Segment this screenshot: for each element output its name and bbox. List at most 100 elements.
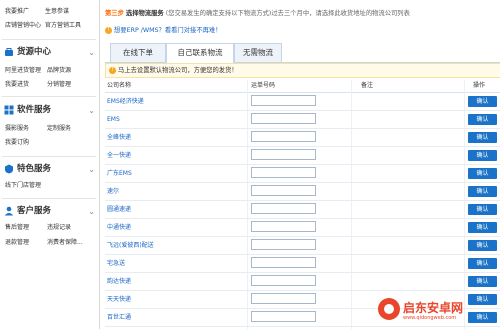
- confirm-button[interactable]: 确认: [468, 186, 497, 197]
- step-number: 第三步: [105, 10, 124, 17]
- sidebar-link-alibaba-purchase[interactable]: 阿里进货管理: [5, 65, 41, 74]
- carrier-name: 广东EMS: [107, 170, 132, 177]
- table-row: 韵达快递 确认: [105, 273, 500, 291]
- sidebar-divider: [2, 96, 96, 97]
- sidebar-link-custom-service[interactable]: 定制服务: [47, 123, 71, 132]
- tracking-number-input[interactable]: [251, 95, 316, 106]
- confirm-button[interactable]: 确认: [468, 150, 497, 161]
- tracking-number-input[interactable]: [251, 131, 316, 142]
- watermark-url: www.qidongweb.com: [403, 315, 457, 321]
- header-tracking-number: 运单号码: [251, 82, 276, 89]
- section-title: 客户服务: [17, 206, 52, 216]
- sidebar-link-distribution[interactable]: 分销管理: [47, 79, 71, 88]
- sidebar-divider: [2, 198, 96, 199]
- table-header: 公司名称 运单号码 备注 操作: [105, 80, 500, 93]
- confirm-button[interactable]: 确认: [468, 240, 497, 251]
- tab-bar: 在线下单 自己联系物流 无需物流: [105, 41, 500, 63]
- tab-online-order[interactable]: 在线下单: [110, 43, 166, 62]
- chevron-down-icon: ⌄: [88, 106, 95, 115]
- step-title: 选择物流服务: [125, 10, 164, 17]
- tracking-number-input[interactable]: [251, 311, 316, 322]
- carrier-name: EMS经济快递: [107, 98, 144, 105]
- sidebar-link-after-sales[interactable]: 售后管理: [5, 222, 29, 231]
- tracking-number-input[interactable]: [251, 293, 316, 304]
- tab-self-contact-logistics[interactable]: 自己联系物流: [166, 43, 234, 63]
- sidebar-link-restock[interactable]: 我要进货: [5, 79, 29, 88]
- tracking-number-input[interactable]: [251, 203, 316, 214]
- table-row: 中通快递 确认: [105, 219, 500, 237]
- warning-icon: !: [109, 66, 116, 74]
- step-description: (您交易发生的确定支持以下物流方式)过去三个月中，请选择此收货地址的物流公司列表: [165, 10, 410, 17]
- sidebar-link-photo-service[interactable]: 摄影服务: [5, 123, 29, 132]
- tracking-number-input[interactable]: [251, 275, 316, 286]
- confirm-button[interactable]: 确认: [468, 222, 497, 233]
- table-row: EMS经济快递 确认: [105, 93, 500, 111]
- confirm-button[interactable]: 确认: [468, 132, 497, 143]
- watermark-title: 启东安卓网: [403, 301, 464, 315]
- erp-promo[interactable]: ! 想要ERP /WMS？看看门对接不再难！: [105, 25, 222, 34]
- carrier-name: 全一快递: [107, 152, 132, 159]
- sourcing-icon: [5, 48, 13, 56]
- table-row: 全峰快递 确认: [105, 129, 500, 147]
- carrier-name: 圆通速递: [107, 206, 132, 213]
- table-row: 圆通速递 确认: [105, 201, 500, 219]
- tracking-number-input[interactable]: [251, 113, 316, 124]
- featured-service-icon: [5, 164, 13, 174]
- tracking-number-input[interactable]: [251, 167, 316, 178]
- table-row: 全一快递 确认: [105, 147, 500, 165]
- chevron-down-icon: ⌄: [88, 165, 95, 174]
- sidebar-top-row-1: 我要推广 生意参谋: [5, 6, 69, 15]
- table-row: 广东EMS 确认: [105, 165, 500, 183]
- tab-no-logistics[interactable]: 无需物流: [234, 43, 282, 62]
- sidebar: 我要推广 生意参谋 店铺营销中心 官方营销工具 货源中心 ⌄ 阿里进货管理 品牌货源…: [0, 0, 100, 329]
- tracking-number-input[interactable]: [251, 185, 316, 196]
- sidebar-link-business-advisor[interactable]: 生意参谋: [45, 6, 69, 15]
- step-header: 第三步 选择物流服务 (您交易发生的确定支持以下物流方式)过去三个月中，请选择此…: [105, 8, 410, 17]
- carrier-name: 宅急送: [107, 260, 126, 267]
- tracking-number-input[interactable]: [251, 239, 316, 250]
- section-header-sourcing[interactable]: 货源中心 ⌄: [4, 46, 96, 59]
- carrier-name: 速尔: [107, 188, 120, 195]
- main-content: 第三步 选择物流服务 (您交易发生的确定支持以下物流方式)过去三个月中，请选择此…: [100, 0, 500, 329]
- confirm-button[interactable]: 确认: [468, 204, 497, 215]
- sidebar-link-official-tools[interactable]: 官方营销工具: [45, 20, 81, 29]
- notice-text[interactable]: 马上去设置默认物流公司，方便您的发货！: [118, 67, 238, 74]
- table-row: EMS 确认: [105, 111, 500, 129]
- chevron-down-icon: ⌄: [88, 207, 95, 216]
- confirm-button[interactable]: 确认: [468, 258, 497, 269]
- header-action: 操作: [473, 82, 486, 89]
- customer-service-icon: [4, 206, 14, 216]
- confirm-button[interactable]: 确认: [468, 276, 497, 287]
- section-header-customer[interactable]: 客户服务 ⌄: [4, 205, 96, 218]
- sidebar-link-promote[interactable]: 我要推广: [5, 6, 45, 15]
- sidebar-link-refunds[interactable]: 退款管理: [5, 237, 29, 246]
- section-header-featured[interactable]: 特色服务 ⌄: [4, 163, 96, 176]
- carrier-name: 天天快递: [107, 296, 132, 303]
- carrier-name: 百世汇通: [107, 314, 132, 321]
- sidebar-divider: [2, 39, 96, 40]
- carrier-name: 飞远(爱彼西)配送: [107, 242, 154, 249]
- sidebar-link-brand-sourcing[interactable]: 品牌货源: [47, 65, 71, 74]
- section-header-software[interactable]: 软件服务 ⌄: [4, 104, 96, 117]
- erp-promo-text[interactable]: 想要ERP /WMS？看看门对接不再难！: [114, 27, 222, 34]
- tracking-number-input[interactable]: [251, 221, 316, 232]
- confirm-button[interactable]: 确认: [468, 96, 497, 107]
- warning-icon: !: [105, 26, 112, 34]
- default-logistics-notice[interactable]: ! 马上去设置默认物流公司，方便您的发货！: [105, 63, 500, 78]
- section-title: 软件服务: [17, 105, 52, 115]
- sidebar-link-my-orders[interactable]: 我要订购: [5, 137, 29, 146]
- carrier-name: 中通快递: [107, 224, 132, 231]
- sidebar-link-offline-store[interactable]: 线下门店管理: [5, 180, 41, 189]
- header-company: 公司名称: [107, 82, 132, 89]
- sidebar-link-consumer-protection[interactable]: 消费者保障...: [47, 237, 83, 246]
- sidebar-link-marketing-center[interactable]: 店铺营销中心: [5, 20, 45, 29]
- sidebar-link-violations[interactable]: 违规记录: [47, 222, 71, 231]
- confirm-button[interactable]: 确认: [468, 168, 497, 179]
- tracking-number-input[interactable]: [251, 149, 316, 160]
- confirm-button[interactable]: 确认: [468, 114, 497, 125]
- tracking-number-input[interactable]: [251, 257, 316, 268]
- software-grid-icon: [4, 105, 14, 115]
- header-remark: 备注: [361, 82, 374, 89]
- carrier-name: 韵达快递: [107, 278, 132, 285]
- section-title: 特色服务: [17, 164, 52, 174]
